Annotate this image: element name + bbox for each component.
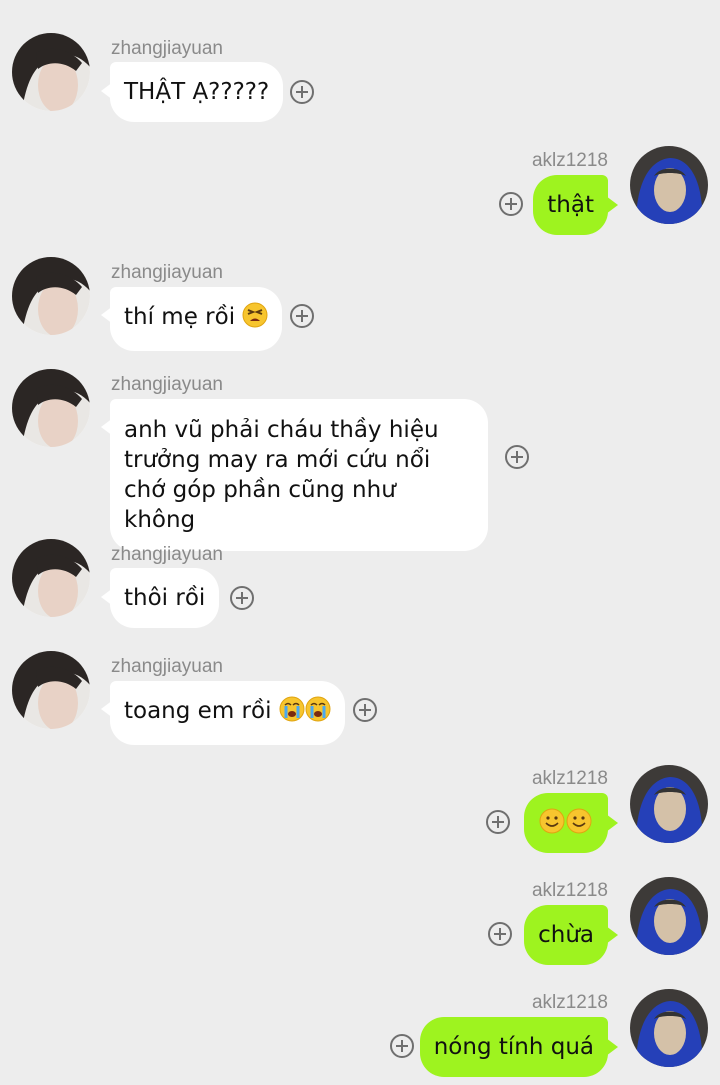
message-bubble[interactable] (524, 793, 608, 853)
portrait-avatar-icon[interactable] (12, 651, 90, 729)
sender-name: aklz1218 (531, 880, 608, 901)
message-text: THẬT Ạ????? (124, 79, 270, 105)
portrait-avatar-icon[interactable] (12, 33, 90, 111)
add-circle-icon[interactable] (353, 698, 377, 722)
portrait-avatar-icon[interactable] (12, 369, 90, 447)
message-bubble[interactable]: thật (533, 175, 608, 235)
add-circle-icon[interactable] (486, 810, 510, 834)
add-circle-icon[interactable] (499, 192, 523, 216)
sender-name: zhangjiayuan (111, 38, 223, 59)
message-text: toang em rồi (124, 698, 272, 724)
sender-name: zhangjiayuan (111, 374, 223, 395)
add-circle-icon[interactable] (488, 922, 512, 946)
two-smiling-faces-emoji (538, 807, 592, 843)
two-crying-faces-emoji (279, 696, 331, 730)
blue-hood-avatar-icon[interactable] (630, 765, 708, 843)
sender-name: zhangjiayuan (111, 656, 223, 677)
sender-name: aklz1218 (531, 768, 608, 789)
message-text: chừa (538, 922, 594, 948)
message-text: thật (547, 192, 594, 218)
message-text: thí mẹ rồi (124, 304, 236, 330)
sender-name: aklz1218 (531, 150, 608, 171)
message-bubble[interactable]: chừa (524, 905, 608, 965)
message-bubble[interactable]: THẬT Ạ????? (110, 62, 284, 122)
add-circle-icon[interactable] (505, 445, 529, 469)
sender-name: zhangjiayuan (111, 544, 223, 565)
add-circle-icon[interactable] (290, 80, 314, 104)
portrait-avatar-icon[interactable] (12, 539, 90, 617)
message-bubble[interactable]: toang em rồi (110, 681, 345, 745)
message-bubble[interactable]: nóng tính quá (419, 1017, 608, 1077)
add-circle-icon[interactable] (290, 304, 314, 328)
portrait-avatar-icon[interactable] (12, 257, 90, 335)
sender-name: zhangjiayuan (111, 262, 223, 283)
add-circle-icon[interactable] (230, 586, 254, 610)
message-text: thôi rồi (124, 585, 206, 611)
sender-name: aklz1218 (531, 992, 608, 1013)
blue-hood-avatar-icon[interactable] (630, 877, 708, 955)
tired-face-emoji (242, 302, 268, 336)
blue-hood-avatar-icon[interactable] (630, 989, 708, 1067)
add-circle-icon[interactable] (390, 1034, 414, 1058)
message-bubble[interactable]: anh vũ phải cháu thầy hiệu trưởng may ra… (110, 399, 488, 551)
message-bubble[interactable]: thôi rồi (110, 568, 220, 628)
message-text: nóng tính quá (433, 1034, 594, 1060)
blue-hood-avatar-icon[interactable] (630, 146, 708, 224)
message-text: anh vũ phải cháu thầy hiệu trưởng may ra… (124, 417, 439, 533)
message-bubble[interactable]: thí mẹ rồi (110, 287, 283, 351)
